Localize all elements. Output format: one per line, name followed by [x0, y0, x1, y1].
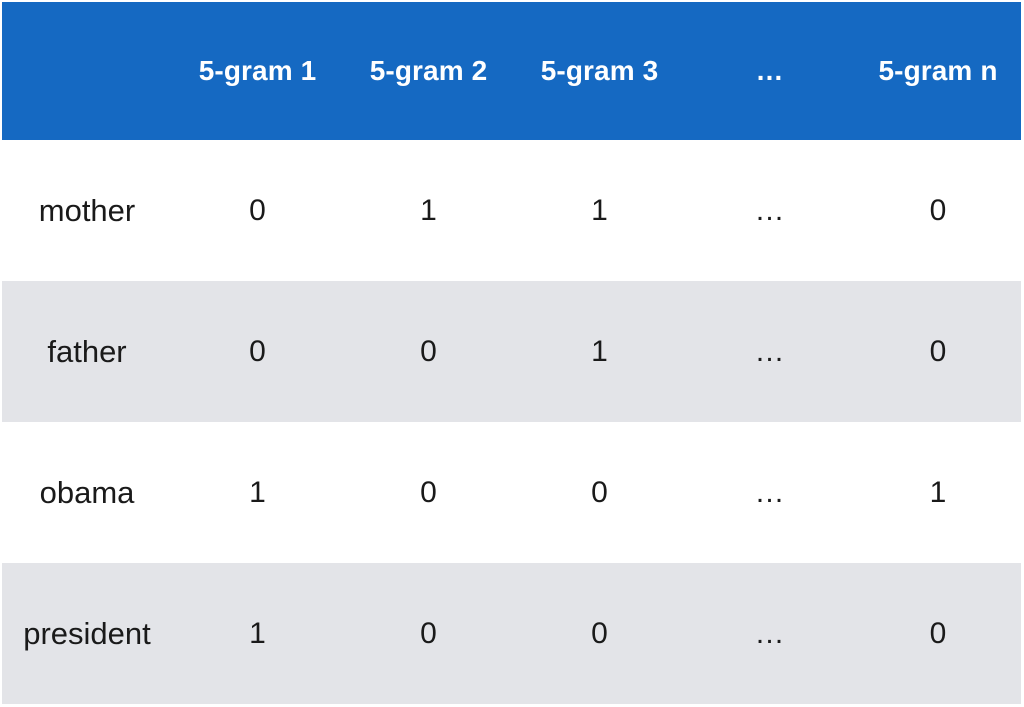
table-row: president 1 0 0 … 0 — [2, 563, 1021, 704]
cell-mother-5gram-1: 0 — [249, 193, 266, 227]
table-row: mother 0 1 1 … 0 — [2, 140, 1021, 281]
cell-obama-5gram-2: 0 — [420, 475, 437, 509]
row-label-obama: obama — [39, 474, 135, 510]
header-cell-5gram-1: 5-gram 1 — [198, 55, 317, 86]
table-body: mother 0 1 1 … 0 father 0 0 1 … 0 obama … — [2, 140, 1021, 704]
cell-obama-5gram-3: 0 — [591, 475, 608, 509]
row-label-mother: mother — [38, 192, 136, 228]
cell-president-5gram-n: 0 — [929, 616, 947, 650]
cell-father-ellipsis: … — [754, 334, 786, 368]
five-gram-matrix-table: 5-gram 1 5-gram 2 5-gram 3 … 5-gram n mo… — [2, 2, 1021, 704]
cell-mother-5gram-2: 1 — [420, 193, 437, 227]
cell-obama-5gram-n: 1 — [929, 475, 947, 509]
cell-president-ellipsis: … — [754, 616, 786, 650]
cell-father-5gram-1: 0 — [249, 334, 266, 368]
cell-president-5gram-1: 1 — [249, 616, 266, 650]
header-row: 5-gram 1 5-gram 2 5-gram 3 … 5-gram n — [2, 2, 1021, 140]
cell-father-5gram-n: 0 — [929, 334, 947, 368]
matrix-container: 5-gram 1 5-gram 2 5-gram 3 … 5-gram n mo… — [0, 0, 1024, 707]
header-cell-5gram-n: 5-gram n — [878, 55, 998, 86]
cell-president-5gram-3: 0 — [591, 616, 608, 650]
table-row: father 0 0 1 … 0 — [2, 281, 1021, 422]
row-label-father: father — [47, 333, 127, 369]
header-cell-5gram-2: 5-gram 2 — [369, 55, 488, 86]
header-cell-5gram-3: 5-gram 3 — [540, 55, 659, 86]
cell-father-5gram-2: 0 — [420, 334, 437, 368]
table-row: obama 1 0 0 … 1 — [2, 422, 1021, 563]
cell-father-5gram-3: 1 — [591, 334, 608, 368]
cell-mother-5gram-n: 0 — [929, 193, 947, 227]
cell-mother-ellipsis: … — [754, 193, 786, 227]
cell-mother-5gram-3: 1 — [591, 193, 608, 227]
cell-president-5gram-2: 0 — [420, 616, 437, 650]
cell-obama-5gram-1: 1 — [249, 475, 266, 509]
header-cell-ellipsis: … — [755, 55, 785, 86]
row-label-president: president — [23, 615, 151, 651]
header-cell-corner — [2, 2, 172, 140]
cell-obama-ellipsis: … — [754, 475, 786, 509]
table-header: 5-gram 1 5-gram 2 5-gram 3 … 5-gram n — [2, 2, 1021, 140]
